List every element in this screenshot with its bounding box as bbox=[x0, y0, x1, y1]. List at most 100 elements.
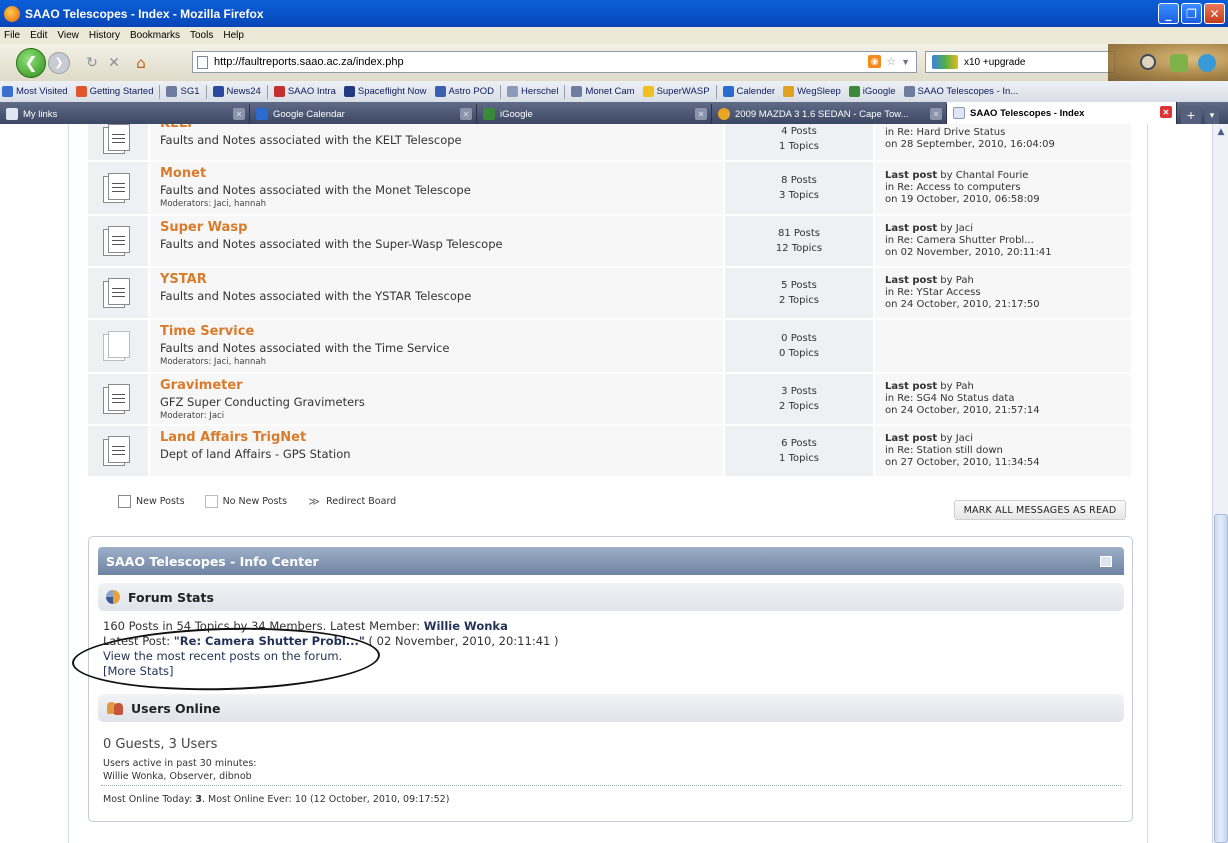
last-post-author[interactable]: by Pah bbox=[937, 275, 974, 286]
bookmark-star-icon[interactable]: ☆ bbox=[886, 55, 896, 68]
board-info-cell: Super Wasp Faults and Notes associated wi… bbox=[150, 216, 725, 266]
close-tab-icon[interactable]: ✕ bbox=[1160, 106, 1172, 118]
board-stats-cell: 4 Posts 1 Topics bbox=[725, 124, 875, 160]
last-post-author[interactable]: by Jaci bbox=[937, 223, 973, 234]
vertical-scrollbar[interactable]: ▲ bbox=[1212, 124, 1228, 843]
scroll-up-icon[interactable]: ▲ bbox=[1213, 124, 1228, 140]
bookmark-item[interactable]: WegSleep bbox=[783, 86, 841, 97]
close-tab-icon[interactable]: ✕ bbox=[695, 108, 707, 120]
skype-icon[interactable] bbox=[1198, 54, 1216, 72]
bookmark-item[interactable]: News24 bbox=[212, 86, 261, 97]
board-topics-count: 1 Topics bbox=[779, 453, 819, 464]
last-post-author[interactable]: by Jaci bbox=[937, 433, 973, 444]
menu-history[interactable]: History bbox=[89, 30, 120, 41]
menu-help[interactable]: Help bbox=[223, 30, 244, 41]
new-posts-icon[interactable] bbox=[103, 278, 133, 308]
scroll-thumb[interactable] bbox=[1214, 514, 1228, 843]
board-name-link[interactable]: Land Affairs TrigNet bbox=[160, 430, 713, 446]
close-tab-icon[interactable]: ✕ bbox=[233, 108, 245, 120]
most-online-ever: . Most Online Ever: 10 (12 October, 2010… bbox=[202, 794, 450, 805]
board-description: Faults and Notes associated with the KEL… bbox=[160, 133, 462, 147]
new-posts-icon[interactable] bbox=[103, 384, 133, 414]
bookmark-item[interactable]: SG1 bbox=[166, 86, 200, 97]
legend-new-posts: New Posts bbox=[118, 494, 185, 508]
new-posts-icon[interactable] bbox=[103, 226, 133, 256]
board-name-link[interactable]: Monet bbox=[160, 166, 713, 182]
tab-list-button[interactable]: ▾ bbox=[1205, 106, 1219, 124]
board-topics-count: 2 Topics bbox=[779, 295, 819, 306]
bookmark-item[interactable]: Spaceflight Now bbox=[343, 86, 427, 97]
board-description: Faults and Notes associated with the Tim… bbox=[160, 341, 450, 355]
menu-view[interactable]: View bbox=[57, 30, 79, 41]
bookmark-item[interactable]: Monet Cam bbox=[571, 86, 635, 97]
menu-edit[interactable]: Edit bbox=[30, 30, 47, 41]
tab-saao-telescopes[interactable]: SAAO Telescopes - Index ✕ bbox=[947, 102, 1177, 124]
board-name-link[interactable]: Time Service bbox=[160, 324, 713, 340]
tab-mazda[interactable]: 2009 MAZDA 3 1.6 SEDAN - Cape Tow... ✕ bbox=[712, 104, 947, 124]
close-tab-icon[interactable]: ✕ bbox=[460, 108, 472, 120]
search-icon[interactable] bbox=[1140, 54, 1156, 70]
addon-icon[interactable] bbox=[1170, 54, 1188, 72]
back-button[interactable]: ❮ bbox=[16, 47, 46, 78]
bookmark-item[interactable]: Getting Started bbox=[75, 86, 153, 97]
legend-label: No New Posts bbox=[222, 495, 288, 507]
menu-file[interactable]: File bbox=[4, 30, 20, 41]
last-post-subject[interactable]: in Re: Hard Drive Status bbox=[885, 127, 1121, 139]
board-name-link[interactable]: Super Wasp bbox=[160, 220, 713, 236]
collapse-icon[interactable] bbox=[1100, 556, 1112, 567]
dropdown-arrow-icon[interactable]: ▼ bbox=[901, 57, 910, 67]
board-stats-cell: 0 Posts 0 Topics bbox=[725, 320, 875, 372]
forum-stats-title: Forum Stats bbox=[128, 589, 214, 605]
bookmark-item[interactable]: iGoogle bbox=[848, 86, 896, 97]
new-tab-button[interactable]: + bbox=[1181, 106, 1201, 124]
last-post-subject[interactable]: in Re: Camera Shutter Probl... bbox=[885, 235, 1121, 247]
bookmark-icon bbox=[273, 86, 285, 97]
board-status-cell bbox=[88, 426, 150, 476]
search-engine-icon[interactable] bbox=[932, 55, 958, 69]
last-post-subject[interactable]: in Re: Station still down bbox=[885, 445, 1121, 457]
reload-icon[interactable]: ↻ bbox=[84, 55, 100, 71]
close-window-button[interactable]: ✕ bbox=[1204, 3, 1225, 24]
stop-icon[interactable]: ✕ bbox=[106, 55, 122, 71]
last-post-subject[interactable]: in Re: SG4 No Status data bbox=[885, 393, 1121, 405]
bookmark-item[interactable]: Calender bbox=[722, 86, 775, 97]
bookmark-item[interactable]: SuperWASP bbox=[642, 86, 710, 97]
last-post-subject[interactable]: in Re: Access to computers bbox=[885, 182, 1121, 194]
active-users-list[interactable]: Willie Wonka, Observer, dibnob bbox=[103, 770, 257, 783]
latest-member-link[interactable]: Willie Wonka bbox=[424, 619, 508, 633]
new-posts-icon[interactable] bbox=[103, 173, 133, 203]
maximize-button[interactable]: ❐ bbox=[1181, 3, 1202, 24]
board-name-link[interactable]: YSTAR bbox=[160, 272, 713, 288]
most-online-stats: Most Online Today: 3. Most Online Ever: … bbox=[103, 794, 449, 805]
mark-all-read-button[interactable]: MARK ALL MESSAGES AS READ bbox=[954, 500, 1126, 520]
search-input[interactable]: x10 +upgrade bbox=[925, 51, 1115, 73]
minimize-button[interactable]: _ bbox=[1158, 3, 1179, 24]
last-post-author[interactable]: by Pah bbox=[937, 381, 974, 392]
rss-feed-icon[interactable]: ◉ bbox=[868, 55, 882, 68]
page-icon bbox=[197, 55, 208, 69]
close-tab-icon[interactable]: ✕ bbox=[930, 108, 942, 120]
menu-bookmarks[interactable]: Bookmarks bbox=[130, 30, 180, 41]
last-post-author[interactable]: by Chantal Fourie bbox=[937, 170, 1028, 181]
bookmark-item[interactable]: Herschel bbox=[506, 86, 558, 97]
tab-google-calendar[interactable]: Google Calendar ✕ bbox=[250, 104, 477, 124]
board-name-link[interactable]: Gravimeter bbox=[160, 378, 713, 394]
stats-pie-icon bbox=[106, 590, 120, 604]
last-post-subject[interactable]: in Re: YStar Access bbox=[885, 287, 1121, 299]
bookmark-item[interactable]: Most Visited bbox=[2, 86, 68, 97]
bookmark-item[interactable]: Astro POD bbox=[434, 86, 494, 97]
new-posts-icon[interactable] bbox=[103, 124, 133, 154]
tab-igoogle[interactable]: iGoogle ✕ bbox=[477, 104, 712, 124]
no-new-posts-icon[interactable] bbox=[103, 331, 133, 361]
bookmark-item[interactable]: SAAO Intra bbox=[273, 86, 336, 97]
home-icon[interactable]: ⌂ bbox=[132, 54, 150, 72]
new-posts-icon[interactable] bbox=[103, 436, 133, 466]
active-users-label: Users active in past 30 minutes: bbox=[103, 758, 257, 769]
board-name-link[interactable]: KELT bbox=[160, 124, 713, 132]
bookmark-item[interactable]: SAAO Telescopes - In... bbox=[903, 86, 1018, 97]
menu-tools[interactable]: Tools bbox=[190, 30, 213, 41]
address-bar[interactable]: http://faultreports.saao.ac.za/index.php… bbox=[192, 51, 917, 73]
tab-my-links[interactable]: My links ✕ bbox=[0, 104, 250, 124]
forward-button[interactable]: ❯ bbox=[48, 51, 70, 74]
board-stats-cell: 5 Posts 2 Topics bbox=[725, 268, 875, 318]
